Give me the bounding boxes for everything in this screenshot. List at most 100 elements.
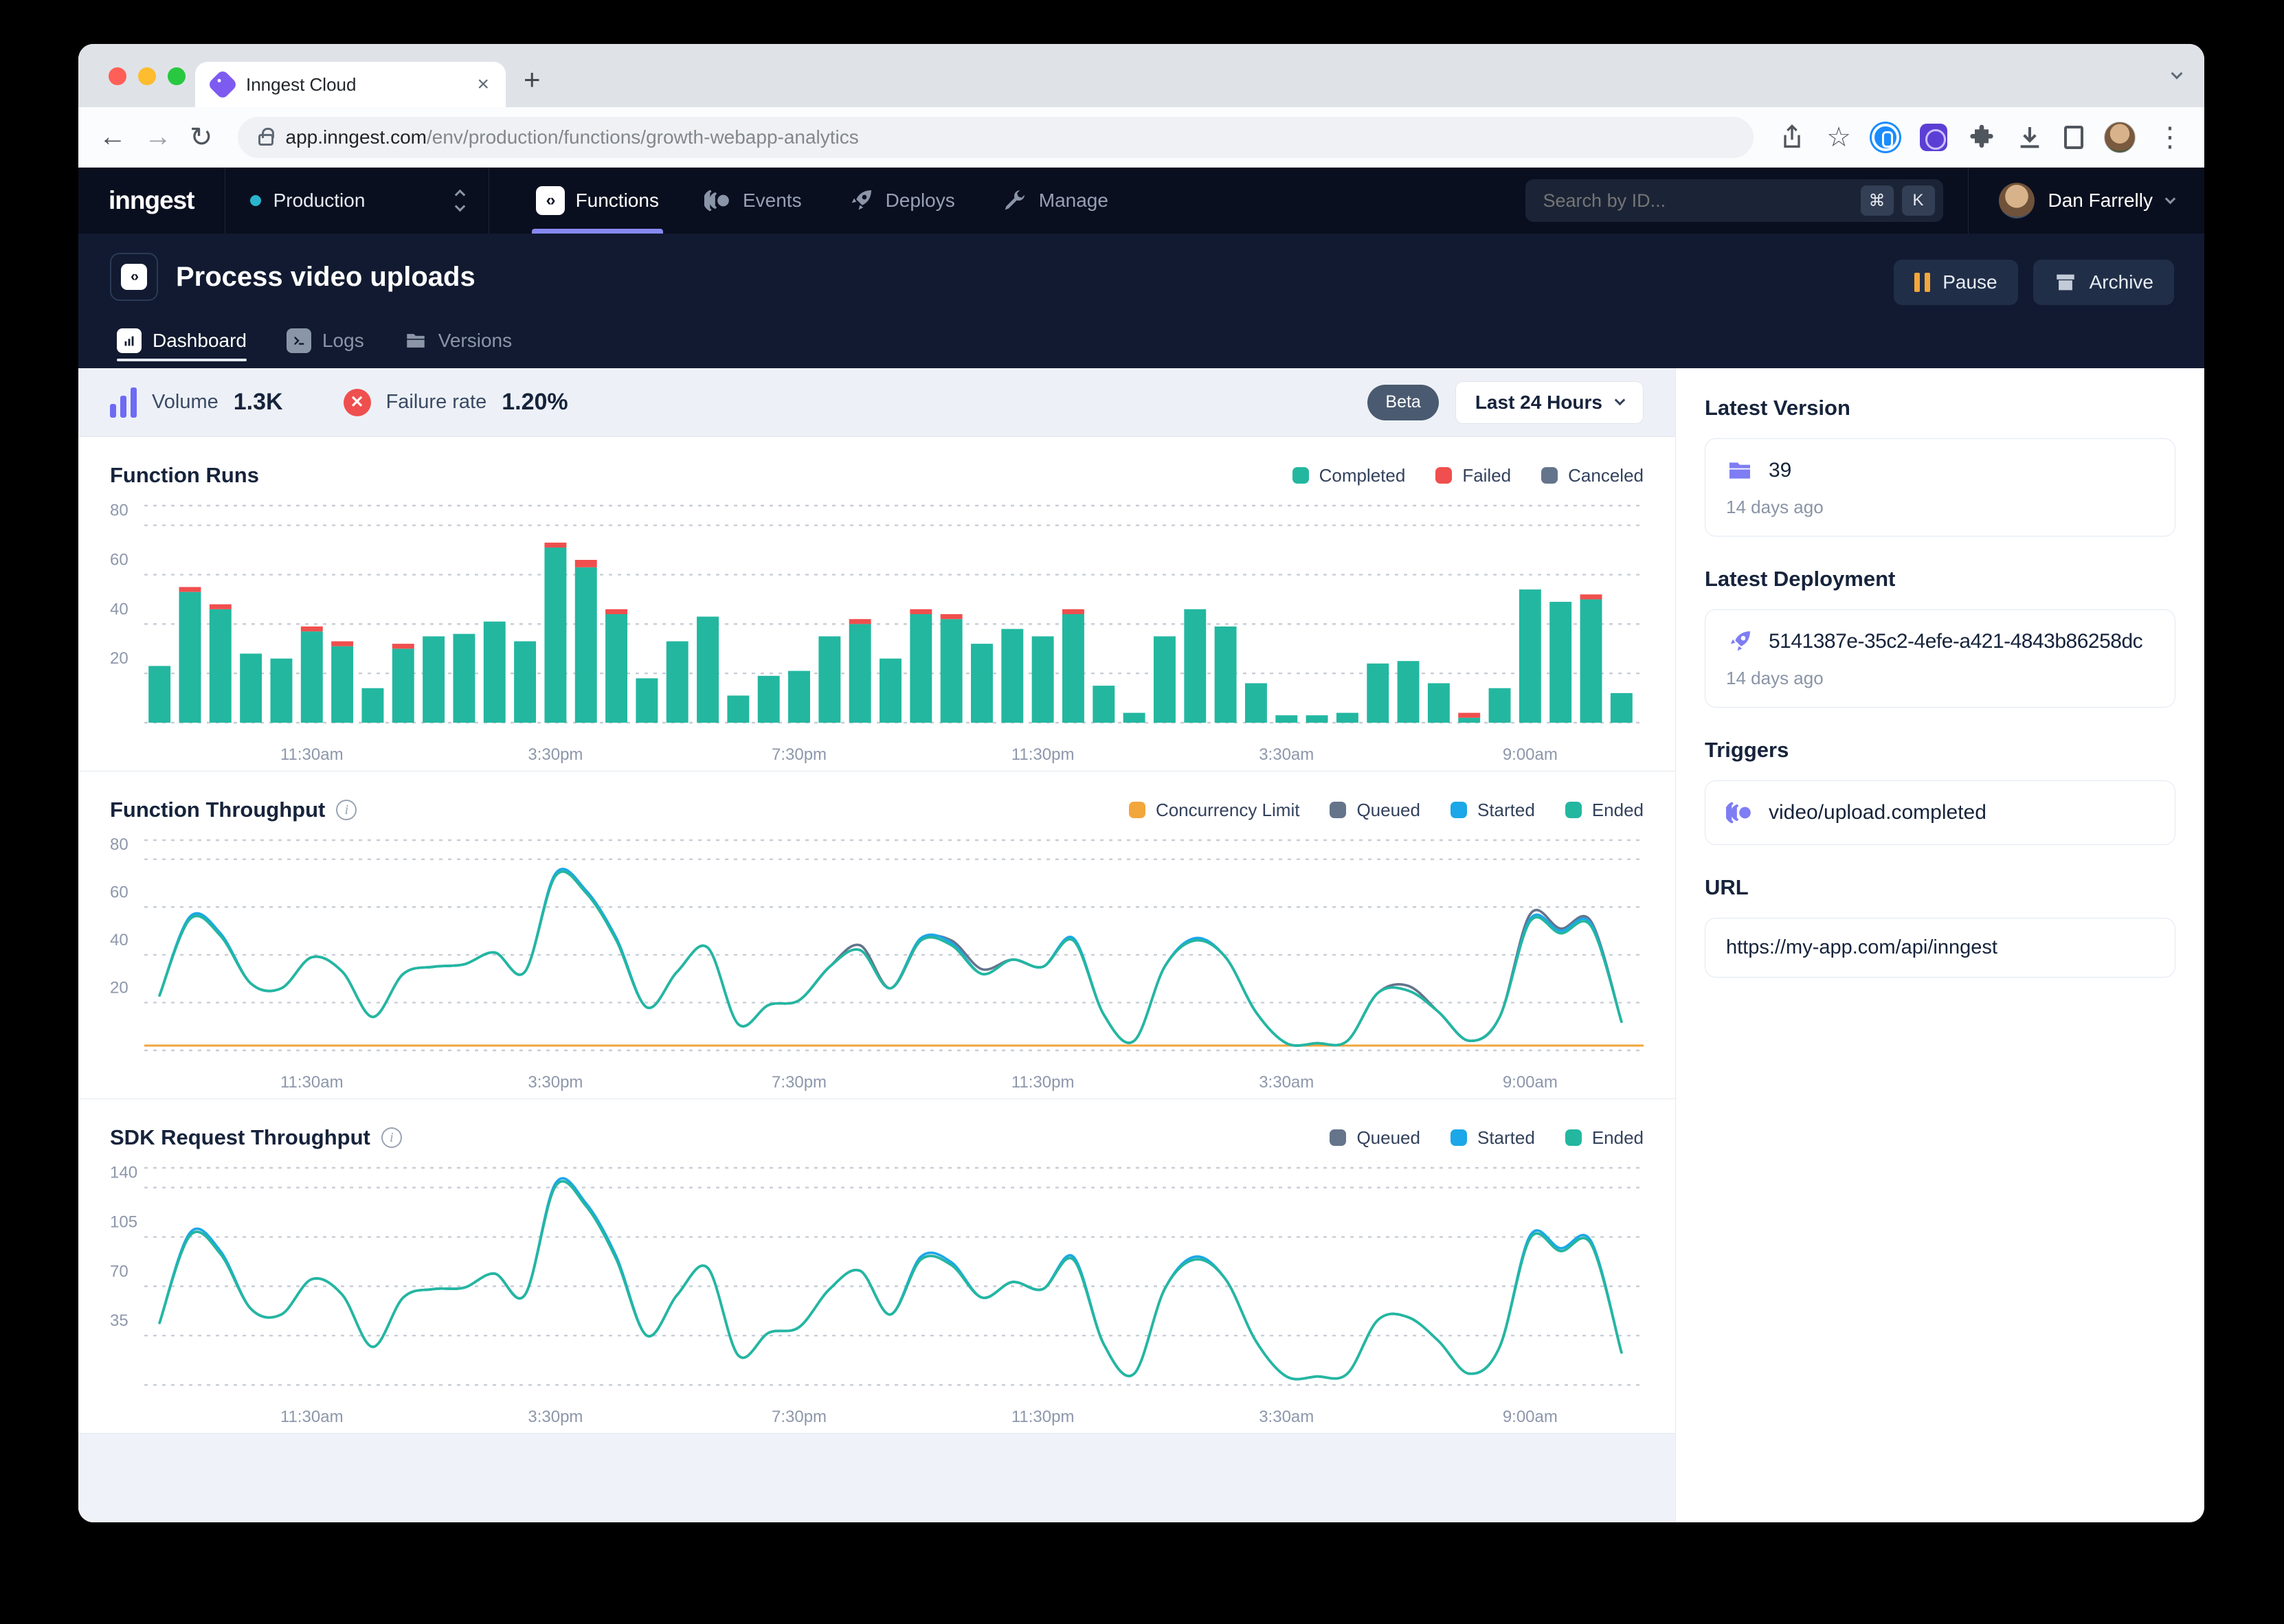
- search-box[interactable]: ⌘ K: [1525, 179, 1943, 222]
- zoom-window-button[interactable]: [168, 67, 186, 85]
- chevron-down-icon: [2165, 193, 2176, 204]
- nav-item-manage[interactable]: Manage: [981, 168, 1128, 234]
- url-group: URL https://my-app.com/api/inngest: [1705, 875, 2175, 978]
- dashboard-icon: [117, 328, 142, 353]
- browser-tab[interactable]: Inngest Cloud ×: [195, 62, 506, 107]
- legend-started: Started: [1451, 1127, 1535, 1149]
- legend-concurrency-limit: Concurrency Limit: [1129, 800, 1300, 821]
- svg-text:9:00am: 9:00am: [1503, 745, 1558, 764]
- svg-text:9:00am: 9:00am: [1503, 1073, 1558, 1092]
- nav-item-functions[interactable]: ‹›Functions: [517, 168, 678, 234]
- latest-version-value: 39: [1769, 459, 1791, 482]
- svg-text:3:30am: 3:30am: [1259, 1073, 1314, 1092]
- user-menu[interactable]: Dan Farrelly: [1968, 168, 2204, 234]
- svg-text:7:30pm: 7:30pm: [772, 745, 827, 764]
- function-header: ‹› Process video uploads Dashboard Logs Ve…: [78, 234, 2204, 368]
- purple-extension-icon[interactable]: [1920, 124, 1947, 151]
- nav-item-deploys[interactable]: Deploys: [828, 168, 974, 234]
- svg-text:140: 140: [110, 1164, 137, 1182]
- tab-search-chevron-icon[interactable]: [2173, 69, 2181, 81]
- failure-rate-stat: ✕ Failure rate 1.20%: [344, 389, 568, 416]
- chart-title: Function Throughput: [110, 798, 325, 822]
- svg-text:40: 40: [110, 931, 128, 949]
- latest-deployment-time: 14 days ago: [1726, 668, 2154, 689]
- volume-bars-icon: [110, 387, 137, 418]
- address-bar[interactable]: app.inngest.com/env/production/functions…: [238, 117, 1754, 158]
- close-window-button[interactable]: [109, 67, 126, 85]
- downloads-icon[interactable]: [2016, 124, 2044, 151]
- trigger-card[interactable]: video/upload.completed: [1705, 780, 2175, 845]
- forward-icon[interactable]: →: [144, 122, 172, 153]
- legend-canceled: Canceled: [1541, 465, 1644, 486]
- latest-deployment-title: Latest Deployment: [1705, 567, 2175, 591]
- browser-profile-avatar[interactable]: [2104, 122, 2136, 153]
- page-title: Process video uploads: [176, 262, 475, 293]
- legend-queued: Queued: [1330, 800, 1420, 821]
- extensions-puzzle-icon[interactable]: [1968, 124, 1995, 151]
- triggers-title: Triggers: [1705, 738, 2175, 763]
- tab-dashboard[interactable]: Dashboard: [117, 328, 247, 368]
- legend-completed: Completed: [1292, 465, 1406, 486]
- svg-text:80: 80: [110, 501, 128, 520]
- user-name: Dan Farrelly: [2048, 190, 2153, 212]
- new-tab-button[interactable]: +: [524, 59, 541, 100]
- password-manager-extension-icon[interactable]: [1872, 124, 1899, 151]
- latest-deployment-card[interactable]: 5141387e-35c2-4efe-a421-4843b86258dc 14 …: [1705, 609, 2175, 708]
- nav-item-events[interactable]: Events: [685, 168, 821, 234]
- sdk-throughput-section: SDK Request Throughput i QueuedStartedEn…: [78, 1099, 1675, 1433]
- inngest-logo[interactable]: inngest: [78, 168, 225, 234]
- folder-icon: [1726, 457, 1754, 484]
- tab-versions[interactable]: Versions: [404, 328, 512, 368]
- selector-updown-icon: [456, 191, 464, 210]
- info-icon[interactable]: i: [336, 800, 357, 820]
- pause-button[interactable]: Pause: [1894, 260, 2017, 305]
- sidebar-toggle-icon[interactable]: [2064, 126, 2083, 149]
- svg-text:3:30am: 3:30am: [1259, 745, 1314, 764]
- environment-selector[interactable]: Production: [225, 168, 489, 234]
- latest-version-group: Latest Version 39 14 days ago: [1705, 396, 2175, 537]
- legend-ended: Ended: [1565, 1127, 1644, 1149]
- minimize-window-button[interactable]: [138, 67, 156, 85]
- latest-deployment-group: Latest Deployment 5141387e-35c2-4efe-a42…: [1705, 567, 2175, 708]
- back-icon[interactable]: ←: [99, 122, 126, 153]
- svg-text:11:30am: 11:30am: [280, 1073, 344, 1092]
- svg-text:60: 60: [110, 551, 128, 569]
- event-icon: [1726, 799, 1754, 826]
- chevron-down-icon: [1615, 395, 1626, 406]
- function-url: https://my-app.com/api/inngest: [1726, 936, 1997, 959]
- trigger-event-name: video/upload.completed: [1769, 801, 1986, 824]
- chart-legend: Concurrency LimitQueuedStartedEnded: [1129, 800, 1644, 821]
- browser-toolbar: ← → ↻ app.inngest.com/env/production/fun…: [78, 107, 2204, 168]
- function-runs-chart: 2040608011:30am3:30pm7:30pm11:30pm3:30am…: [110, 496, 1644, 771]
- browser-menu-icon[interactable]: ⋮: [2156, 122, 2184, 153]
- search-input[interactable]: [1543, 190, 1852, 212]
- bookmark-star-icon[interactable]: ☆: [1826, 122, 1851, 153]
- latest-version-time: 14 days ago: [1726, 497, 2154, 518]
- environment-status-dot: [250, 195, 261, 206]
- tab-logs[interactable]: Logs: [287, 328, 364, 368]
- function-throughput-chart: 2040608011:30am3:30pm7:30pm11:30pm3:30am…: [110, 831, 1644, 1098]
- svg-text:60: 60: [110, 883, 128, 901]
- terminal-icon: [287, 328, 311, 353]
- chart-legend: QueuedStartedEnded: [1330, 1127, 1644, 1149]
- share-icon[interactable]: [1778, 124, 1806, 151]
- svg-text:35: 35: [110, 1311, 128, 1330]
- url-title: URL: [1705, 875, 2175, 900]
- function-icon: ‹›: [110, 253, 158, 301]
- svg-text:9:00am: 9:00am: [1503, 1408, 1558, 1426]
- latest-version-card[interactable]: 39 14 days ago: [1705, 438, 2175, 537]
- archive-button[interactable]: Archive: [2033, 260, 2174, 305]
- dashboard-content: Volume 1.3K ✕ Failure rate 1.20% Beta La…: [78, 368, 1675, 1522]
- tab-close-icon[interactable]: ×: [477, 73, 489, 96]
- url-card[interactable]: https://my-app.com/api/inngest: [1705, 918, 2175, 978]
- info-icon[interactable]: i: [381, 1127, 402, 1148]
- url-text: app.inngest.com/env/production/functions…: [286, 126, 859, 148]
- svg-text:3:30pm: 3:30pm: [528, 1408, 583, 1426]
- reload-icon[interactable]: ↻: [190, 122, 213, 153]
- svg-text:11:30am: 11:30am: [280, 745, 344, 764]
- sdk-throughput-chart: 357010514011:30am3:30pm7:30pm11:30pm3:30…: [110, 1158, 1644, 1433]
- time-range-dropdown[interactable]: Last 24 Hours: [1455, 381, 1644, 424]
- inngest-favicon: [207, 69, 238, 100]
- browser-window: Inngest Cloud × + ← → ↻ app.inngest.com/…: [78, 44, 2204, 1522]
- legend-started: Started: [1451, 800, 1535, 821]
